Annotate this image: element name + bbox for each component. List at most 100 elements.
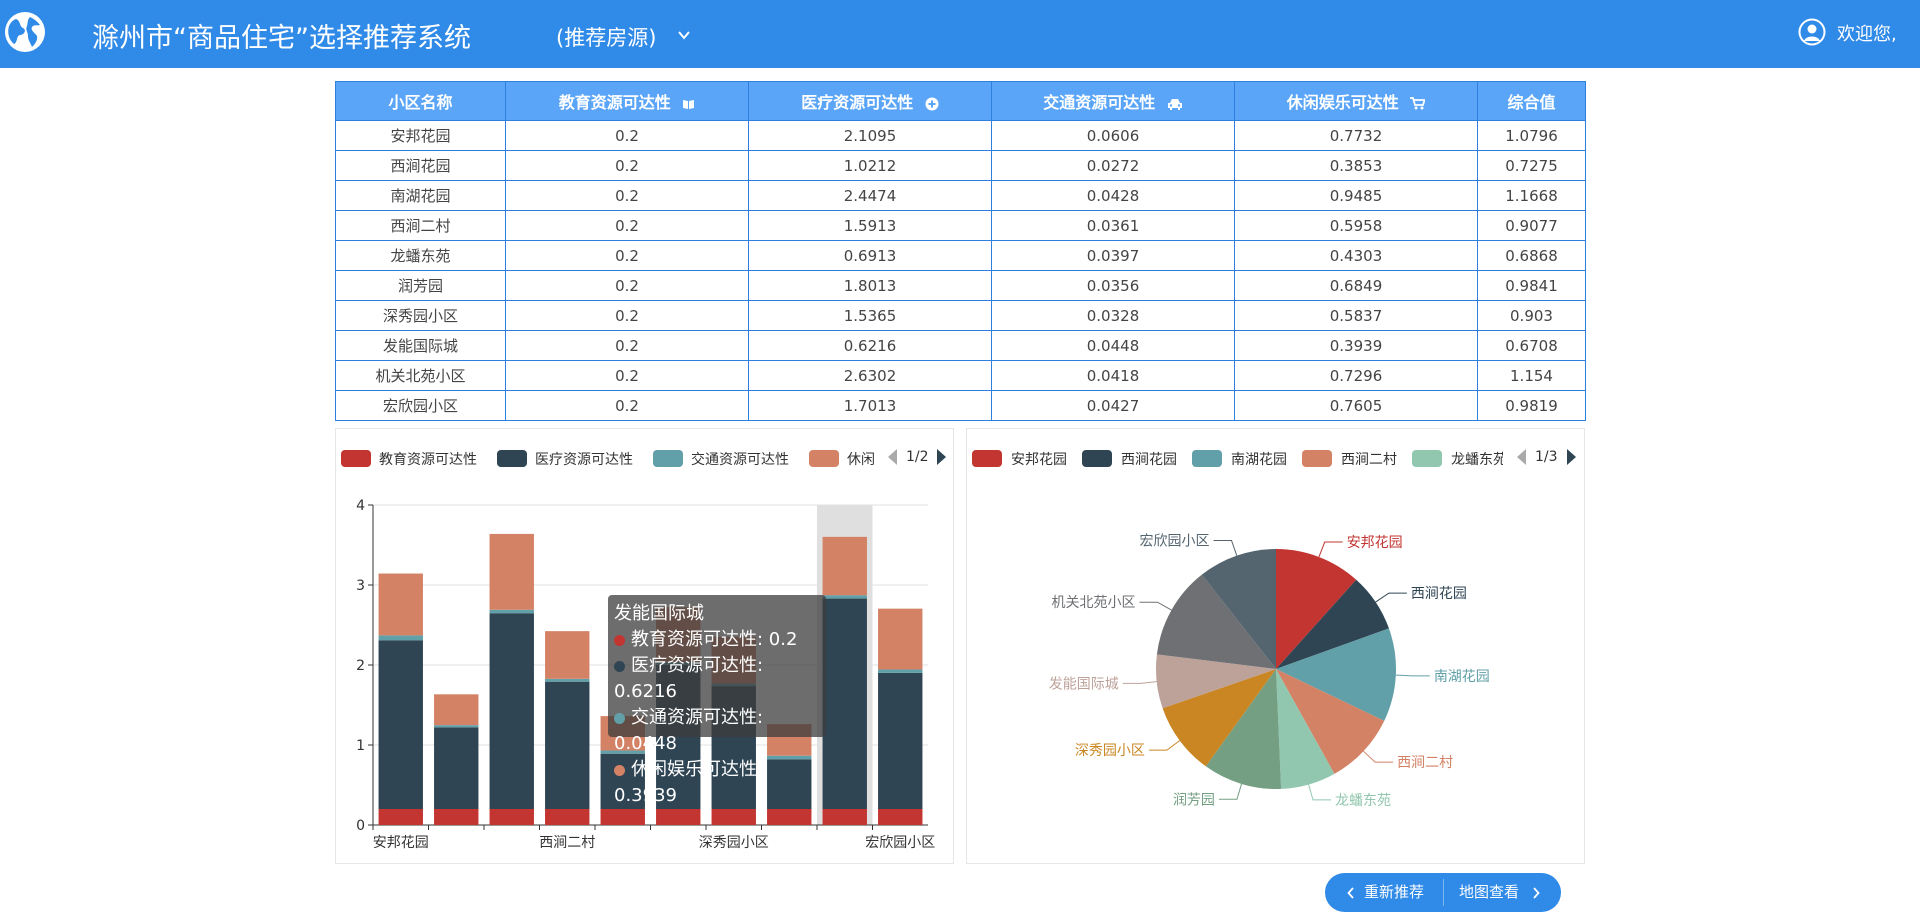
pie-chart[interactable]: 安邦花园西涧花园南湖花园西涧二村龙蟠东苑 润芳园 深秀园小区 发能国际城 机关北苑小区 宏… [967, 429, 1586, 865]
bar-segment[interactable] [378, 809, 423, 825]
bar-segment[interactable] [656, 809, 701, 825]
bar-segment[interactable] [878, 672, 923, 809]
table-cell: 0.9077 [1477, 210, 1586, 241]
table-cell: 1.5913 [748, 210, 992, 241]
table-row[interactable]: 发能国际城 0.2 0.6216 0.0448 0.3939 0.6708 [335, 330, 1586, 361]
table-cell: 0.6849 [1234, 270, 1478, 301]
pie-label: 发能国际城 [1049, 676, 1119, 692]
plus-circle-icon [925, 97, 939, 110]
bar-segment[interactable] [545, 678, 590, 682]
table-cell: 0.5837 [1234, 300, 1478, 331]
col-header-leisure[interactable]: 休闲娱乐可达性 [1234, 81, 1478, 121]
col-header-education[interactable]: 教育资源可达性 [505, 81, 749, 121]
table-cell: 0.0361 [991, 210, 1235, 241]
bar-segment[interactable] [878, 608, 923, 670]
table-row[interactable]: 机关北苑小区 0.2 2.6302 0.0418 0.7296 1.154 [335, 360, 1586, 391]
book-icon [683, 99, 695, 109]
chevron-left-icon [1347, 887, 1354, 899]
tooltip-line: 交通资源可达性: 0.0448 [614, 707, 764, 754]
pie-chart-panel: 安邦花园 西涧花园 南湖花园 西涧二村 龙蟠东苑 1/3 安邦花园 西涧花园 南湖花… [966, 428, 1585, 864]
bar-segment[interactable] [822, 809, 867, 825]
table-cell: 发能国际城 [335, 330, 506, 361]
bar-segment[interactable] [434, 694, 479, 726]
table-cell: 1.0212 [748, 150, 992, 181]
col-header-medical[interactable]: 医疗资源可达性 [748, 81, 992, 121]
bar-segment[interactable] [878, 809, 923, 825]
table-row[interactable]: 安邦花园 0.2 2.1095 0.0606 0.7732 1.0796 [335, 120, 1586, 151]
bar-segment[interactable] [489, 613, 534, 809]
table-cell: 西涧二村 [335, 210, 506, 241]
bar-segment[interactable] [822, 595, 867, 599]
recommend-again-button[interactable]: 重新推荐 [1325, 873, 1443, 912]
table-cell: 龙蟠东苑 [335, 240, 506, 271]
tooltip-dot [614, 764, 625, 776]
bar-segment[interactable] [545, 631, 590, 679]
col-header-traffic[interactable]: 交通资源可达性 [991, 81, 1235, 121]
table-cell: 2.6302 [748, 360, 992, 391]
bar-segment[interactable] [434, 809, 479, 825]
table-cell: 1.154 [1477, 360, 1586, 391]
table-row[interactable]: 宏欣园小区 0.2 1.7013 0.0427 0.7605 0.9819 [335, 390, 1586, 421]
col-header-score[interactable]: 综合值 [1477, 81, 1586, 121]
recommend-table: 小区名称 教育资源可达性 医疗资源可达性 交通资源可达性 休闲娱乐可达性 综合值… [335, 81, 1586, 421]
bar-segment[interactable] [545, 809, 590, 825]
table-row[interactable]: 西涧花园 0.2 1.0212 0.0272 0.3853 0.7275 [335, 150, 1586, 181]
table-cell: 1.7013 [748, 390, 992, 421]
col-header-name[interactable]: 小区名称 [335, 81, 506, 121]
table-cell: 1.5365 [748, 300, 992, 331]
table-cell: 1.1668 [1477, 180, 1586, 211]
car-icon [1167, 98, 1182, 110]
user-avatar-icon[interactable] [1798, 18, 1826, 46]
bar-segment[interactable] [489, 809, 534, 825]
pie-label: 南湖花园 [1434, 669, 1490, 685]
table-cell: 0.0397 [991, 240, 1235, 271]
bar-segment[interactable] [878, 669, 923, 673]
bar-segment[interactable] [822, 598, 867, 809]
bar-segment[interactable] [378, 573, 423, 636]
table-cell: 0.3853 [1234, 150, 1478, 181]
table-cell: 0.7296 [1234, 360, 1478, 391]
tooltip-line: 教育资源可达性: 0.2 [614, 627, 820, 653]
bar-segment[interactable] [378, 635, 423, 641]
table-cell: 0.2 [505, 330, 749, 361]
pie-leader-line [1363, 750, 1394, 763]
table-cell: 润芳园 [335, 270, 506, 301]
table-cell: 2.4474 [748, 180, 992, 211]
bar-segment[interactable] [434, 727, 479, 809]
map-view-button[interactable]: 地图查看 [1443, 873, 1561, 912]
table-cell: 0.5958 [1234, 210, 1478, 241]
table-cell: 0.2 [505, 270, 749, 301]
bar-segment[interactable] [711, 809, 756, 825]
table-cell: 宏欣园小区 [335, 390, 506, 421]
table-cell: 0.6216 [748, 330, 992, 361]
pie-leader-line [1139, 601, 1172, 611]
chart-tooltip: 发能国际城 教育资源可达性: 0.2 医疗资源可达性: 0.6216 交通资源可… [608, 595, 826, 806]
welcome-text: 欢迎您, [1837, 24, 1897, 45]
table-cell: 2.1095 [748, 120, 992, 151]
table-row[interactable]: 润芳园 0.2 1.8013 0.0356 0.6849 0.9841 [335, 270, 1586, 301]
table-row[interactable]: 龙蟠东苑 0.2 0.6913 0.0397 0.4303 0.6868 [335, 240, 1586, 271]
table-cell: 0.2 [505, 390, 749, 421]
bar-segment[interactable] [378, 640, 423, 809]
bar-segment[interactable] [434, 725, 479, 728]
pie-leader-line [1122, 681, 1157, 684]
table-row[interactable]: 深秀园小区 0.2 1.5365 0.0328 0.5837 0.903 [335, 300, 1586, 331]
tooltip-dot [614, 712, 625, 724]
table-cell: 0.0427 [991, 390, 1235, 421]
bar-segment[interactable] [489, 533, 534, 610]
table-row[interactable]: 南湖花园 0.2 2.4474 0.0428 0.9485 1.1668 [335, 180, 1586, 211]
bar-segment[interactable] [600, 809, 645, 825]
table-cell: 西涧花园 [335, 150, 506, 181]
table-cell: 0.2 [505, 300, 749, 331]
chevron-down-icon[interactable] [677, 28, 691, 42]
bar-segment[interactable] [489, 609, 534, 614]
bar-segment[interactable] [767, 809, 812, 825]
y-tick-label: 1 [356, 738, 365, 754]
table-cell: 0.6708 [1477, 330, 1586, 361]
pie-label: 龙蟠东苑 [1335, 793, 1391, 809]
table-cell: 0.2 [505, 240, 749, 271]
bar-segment[interactable] [545, 681, 590, 809]
y-tick-label: 3 [356, 578, 365, 594]
bar-segment[interactable] [822, 536, 867, 596]
table-row[interactable]: 西涧二村 0.2 1.5913 0.0361 0.5958 0.9077 [335, 210, 1586, 241]
